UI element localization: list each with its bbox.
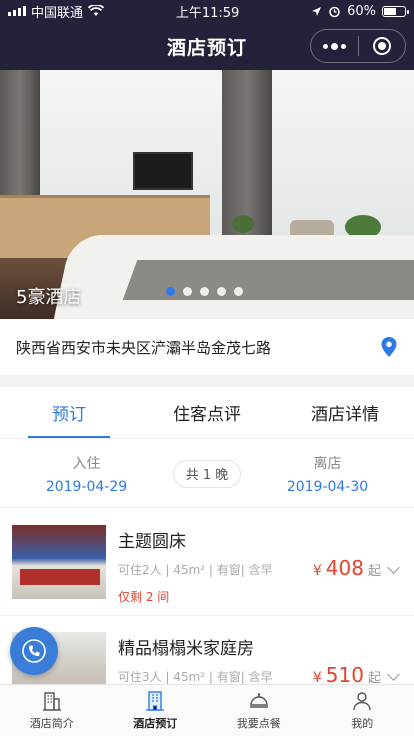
miniprogram-capsule [310, 29, 406, 63]
room-name: 主题圆床 [118, 532, 186, 552]
battery-percent: 60% [347, 3, 376, 19]
phone-icon [22, 639, 46, 663]
carousel-indicator [166, 287, 243, 296]
signal-icon [8, 6, 26, 16]
room-price: ¥ 408 起 [312, 556, 400, 580]
close-miniprogram-button[interactable] [359, 30, 406, 62]
hotel-address: 陕西省西安市未央区浐灞半岛金茂七路 [16, 338, 272, 357]
hotel-tabs: 预订 住客点评 酒店详情 [0, 387, 414, 439]
checkin-date: 2019-04-29 [45, 478, 128, 495]
location-pin-icon[interactable] [380, 336, 398, 358]
carousel-dot[interactable] [234, 287, 243, 296]
checkout-picker[interactable]: 离店 2019-04-30 [241, 453, 414, 495]
price-from: 起 [367, 564, 381, 579]
rooms-remaining: 仅剩 2 间 [118, 590, 170, 604]
more-button[interactable] [311, 30, 358, 62]
call-hotel-button[interactable] [10, 627, 58, 675]
tabbar-label: 酒店简介 [29, 717, 74, 730]
alarm-icon [329, 6, 340, 17]
tabbar-item-hotel-intro[interactable]: 酒店简介 [0, 685, 104, 736]
close-target-icon [372, 37, 391, 55]
price-currency: ¥ [312, 563, 322, 579]
carousel-dot[interactable] [166, 287, 175, 296]
tab-booking[interactable]: 预订 [0, 387, 138, 438]
checkin-picker[interactable]: 入住 2019-04-29 [0, 453, 173, 495]
room-name: 精品榻榻米家庭房 [118, 639, 254, 659]
stay-dates: 入住 2019-04-29 共 1 晚 离店 2019-04-30 [0, 440, 414, 508]
bottom-tab-bar: 酒店简介 酒店预订 我要点餐 我的 [0, 684, 414, 736]
nav-bar: 酒店预订 [0, 22, 414, 70]
page-title: 酒店预订 [166, 36, 247, 59]
tabbar-item-hotel-booking[interactable]: 酒店预订 [104, 685, 208, 736]
more-dots-icon [322, 42, 346, 50]
status-bar: 中国联通 上午11:59 60% [0, 0, 414, 22]
location-arrow-icon [312, 6, 322, 16]
price-value: 408 [325, 556, 364, 580]
wifi-icon [88, 5, 105, 16]
tv-image [133, 152, 193, 190]
carousel-dot[interactable] [200, 287, 209, 296]
tabbar-label: 我的 [351, 717, 374, 730]
top-bar: 中国联通 上午11:59 60% 酒店预订 [0, 0, 414, 70]
checkout-label: 离店 [313, 455, 342, 472]
carrier-label: 中国联通 [31, 5, 84, 21]
user-icon [353, 692, 371, 711]
checkout-date: 2019-04-30 [286, 478, 369, 495]
carousel-dot[interactable] [183, 287, 192, 296]
status-time: 上午11:59 [175, 5, 240, 21]
tabbar-label: 我要点餐 [236, 717, 281, 730]
nights-badge: 共 1 晚 [173, 459, 241, 488]
hotel-address-row[interactable]: 陕西省西安市未央区浐灞半岛金茂七路 [0, 319, 414, 375]
hotel-icon [146, 691, 165, 711]
room-photo [12, 525, 106, 599]
hotel-name: 5豪酒店 [16, 287, 82, 308]
chevron-down-icon[interactable] [387, 561, 400, 574]
checkin-label: 入住 [72, 455, 101, 472]
tab-hotel-details[interactable]: 酒店详情 [276, 387, 414, 438]
tab-reviews[interactable]: 住客点评 [138, 387, 276, 438]
room-item[interactable]: 主题圆床 可住2人 | 45m² | 有窗| 含早 仅剩 2 间 ¥ 408 起 [0, 509, 414, 616]
tabbar-item-order-food[interactable]: 我要点餐 [207, 685, 311, 736]
dish-cover-icon [249, 693, 268, 708]
tabbar-label: 酒店预订 [133, 717, 178, 730]
chevron-down-icon[interactable] [387, 668, 400, 681]
hotel-banner-carousel[interactable]: 5豪酒店 [0, 70, 414, 319]
carousel-dot[interactable] [217, 287, 226, 296]
building-icon [42, 692, 61, 711]
battery-icon [381, 5, 409, 17]
tabbar-item-mine[interactable]: 我的 [311, 685, 414, 736]
